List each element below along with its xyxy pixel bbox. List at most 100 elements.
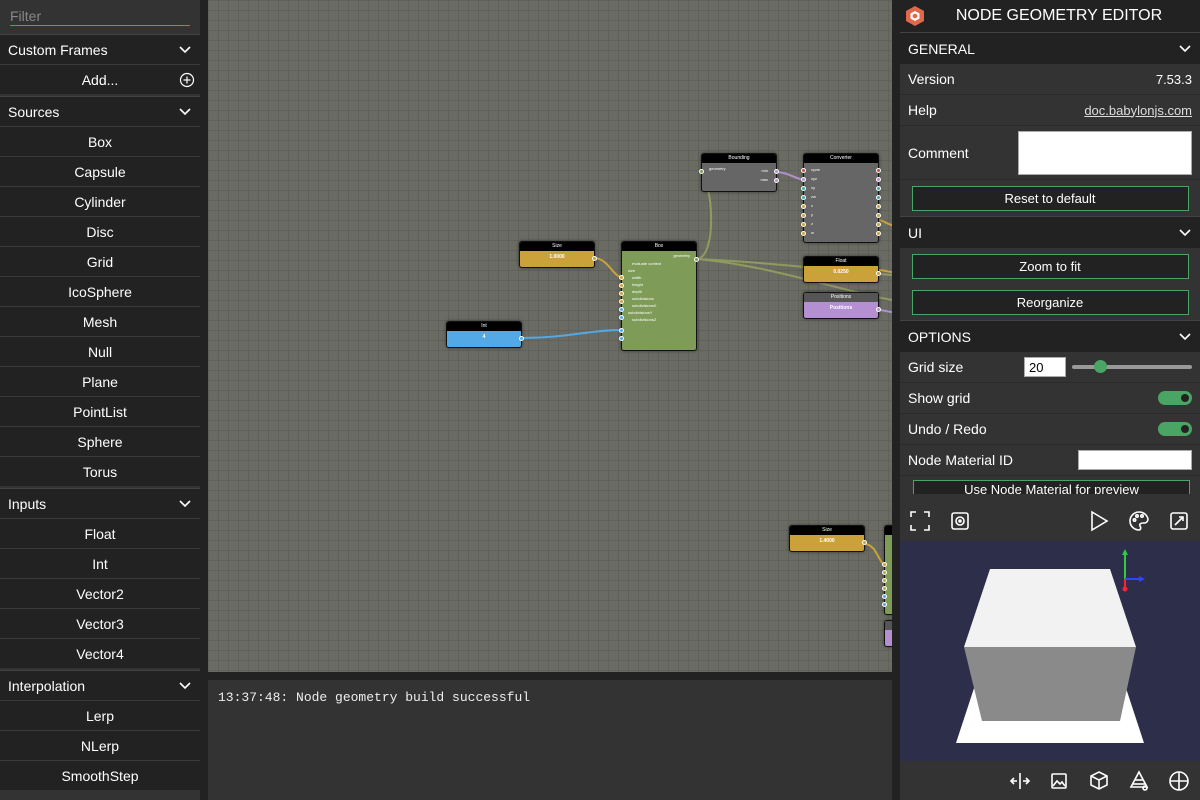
fullscreen-icon[interactable] [909,510,931,532]
output-port[interactable] [876,213,881,218]
list-item[interactable]: Float [0,518,200,548]
list-item[interactable]: PointList [0,396,200,426]
list-item[interactable]: Plane [0,366,200,396]
input-port[interactable] [882,570,887,575]
input-port[interactable] [882,562,887,567]
resize-horizontal-icon[interactable] [1009,770,1031,792]
reset-to-default-button[interactable]: Reset to default [911,185,1189,211]
category-header-inputs[interactable]: Inputs [0,488,200,518]
category-header-custom-frames[interactable]: Custom Frames [0,34,200,64]
output-port[interactable] [862,540,867,545]
converter-node[interactable]: Converter xyzw xyz xy zw x y z w [801,153,881,243]
list-item[interactable]: NLerp [0,730,200,760]
input-port[interactable] [801,195,806,200]
input-port[interactable] [882,594,887,599]
list-item[interactable]: Mesh [0,306,200,336]
list-item[interactable]: Vector2 [0,578,200,608]
input-port[interactable] [801,222,806,227]
list-item[interactable]: Vector4 [0,638,200,668]
list-item[interactable]: Disc [0,216,200,246]
input-port[interactable] [801,186,806,191]
filter-input[interactable] [10,6,190,26]
list-item[interactable]: Lerp [0,700,200,730]
float-node[interactable]: Float 0.0250 [803,256,881,283]
output-port[interactable] [876,186,881,191]
input-port[interactable] [801,177,806,182]
list-item[interactable]: Sphere [0,426,200,456]
zoom-to-fit-button[interactable]: Zoom to fit [911,253,1189,279]
output-port[interactable] [694,257,699,262]
input-port[interactable] [619,283,624,288]
input-port[interactable] [699,169,704,174]
wireframe-globe-icon[interactable] [1168,770,1190,792]
input-port[interactable] [801,168,806,173]
output-port[interactable] [592,256,597,261]
output-port[interactable] [519,336,524,341]
int-node[interactable]: Int 4 [446,321,524,348]
list-item[interactable]: Capsule [0,156,200,186]
grid-size-slider[interactable] [1072,360,1192,373]
target-icon[interactable] [949,510,971,532]
popout-icon[interactable] [1168,510,1190,532]
mesh-box-icon[interactable] [1088,770,1110,792]
input-port[interactable] [619,328,624,333]
input-port[interactable] [619,315,624,320]
output-port[interactable] [774,169,779,174]
output-port[interactable] [876,177,881,182]
input-port[interactable] [619,291,624,296]
list-item[interactable]: SmoothStep [0,760,200,790]
category-header-sources[interactable]: Sources [0,96,200,126]
list-item[interactable]: IcoSphere [0,276,200,306]
3d-preview-viewport[interactable] [900,541,1200,761]
input-port[interactable] [882,586,887,591]
section-header-general[interactable]: GENERAL [900,32,1200,64]
output-port[interactable] [876,168,881,173]
grid-size-input[interactable] [1024,357,1066,377]
input-port[interactable] [619,336,624,341]
positions-node[interactable]: Positions Positions [803,292,881,319]
box-node[interactable]: Box geometry evaluate context size width… [619,241,699,351]
use-node-material-button[interactable]: Use Node Material for preview [913,480,1190,494]
output-port[interactable] [876,271,881,276]
node-material-id-input[interactable] [1078,450,1192,470]
play-icon[interactable] [1088,510,1110,532]
show-grid-toggle[interactable] [1158,391,1192,405]
list-item[interactable]: Box [0,126,200,156]
output-port[interactable] [876,222,881,227]
input-port[interactable] [801,204,806,209]
plus-circle-icon[interactable] [179,72,195,88]
undo-redo-toggle[interactable] [1158,422,1192,436]
output-port[interactable] [774,178,779,183]
partial-geometry-node[interactable] [882,525,892,615]
input-port[interactable] [619,275,624,280]
partial-vector-node[interactable] [884,620,892,647]
texture-icon[interactable] [1128,770,1150,792]
output-port[interactable] [876,307,881,312]
size-node[interactable]: Size 1.0000 [519,241,597,268]
add-custom-frame-button[interactable]: Add... [0,64,200,94]
input-port[interactable] [801,213,806,218]
category-header-interpolation[interactable]: Interpolation [0,670,200,700]
list-item[interactable]: Vector3 [0,608,200,638]
graph-canvas[interactable]: Size 1.0000 Int 4 Box geometry evaluate … [208,0,892,672]
list-item[interactable]: Int [0,548,200,578]
list-item[interactable]: Null [0,336,200,366]
input-port[interactable] [882,578,887,583]
image-icon[interactable] [1048,770,1070,792]
comment-textarea[interactable] [1018,130,1192,175]
slider-thumb[interactable] [1094,360,1107,373]
size-node[interactable]: Size 1.4000 [789,525,867,552]
help-link[interactable]: doc.babylonjs.com [1084,103,1192,118]
list-item[interactable]: Cylinder [0,186,200,216]
output-port[interactable] [876,204,881,209]
output-port[interactable] [876,195,881,200]
palette-icon[interactable] [1128,510,1150,532]
section-header-ui[interactable]: UI [900,216,1200,248]
section-header-options[interactable]: OPTIONS [900,320,1200,352]
list-item[interactable]: Torus [0,456,200,486]
reorganize-button[interactable]: Reorganize [911,289,1189,315]
list-item[interactable]: Grid [0,246,200,276]
bounding-node[interactable]: Bounding geometry min max [699,153,779,192]
input-port[interactable] [801,231,806,236]
input-port[interactable] [619,307,624,312]
